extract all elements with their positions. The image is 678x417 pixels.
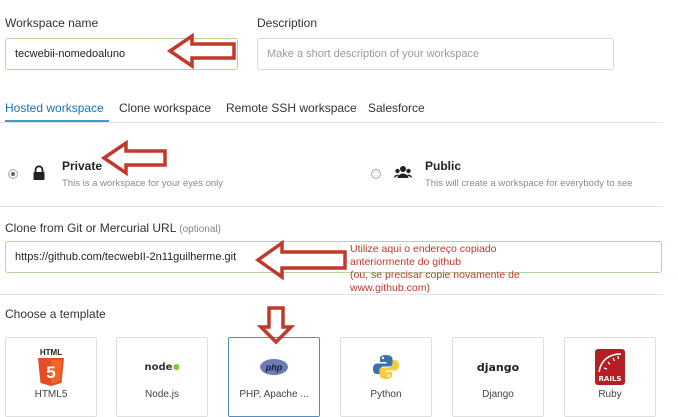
template-name: HTML5 <box>34 389 68 400</box>
annotation-line: anteriormente do github <box>350 256 461 268</box>
public-radio[interactable] <box>371 169 381 179</box>
php-logo-icon: php <box>229 348 319 386</box>
template-django[interactable]: django Django <box>452 337 544 417</box>
template-name: Node.js <box>145 389 179 400</box>
description-input[interactable]: Make a short description of your workspa… <box>257 38 614 70</box>
rails-logo-text: RAILS <box>598 375 622 383</box>
tab-hosted-workspace[interactable]: Hosted workspace <box>5 101 104 115</box>
template-name: PHP, Apache ... <box>239 389 309 400</box>
django-logo-icon: django <box>453 348 543 386</box>
template-name: Python <box>370 389 402 400</box>
clone-divider <box>0 294 663 295</box>
html5-logo-icon: HTML 5 <box>6 348 96 386</box>
tab-salesforce[interactable]: Salesforce <box>368 101 425 115</box>
tab-remote-ssh-workspace[interactable]: Remote SSH workspace <box>226 101 357 115</box>
public-subtitle: This will create a workspace for everybo… <box>425 178 633 189</box>
template-ruby[interactable]: RAILS Ruby <box>564 337 656 417</box>
clone-url-optional: (optional) <box>179 224 221 235</box>
tab-clone-workspace[interactable]: Clone workspace <box>119 101 211 115</box>
nodejs-logo-icon: node <box>117 348 207 386</box>
clone-url-label: Clone from Git or Mercurial URL (optiona… <box>5 221 221 235</box>
users-icon <box>394 165 412 181</box>
nodejs-logo-text: node <box>144 361 173 373</box>
annotation-line: (ou, se precisar copie novamente de <box>350 269 520 281</box>
arrow-to-php-template <box>256 306 296 345</box>
arrow-to-private <box>100 139 167 177</box>
rails-logo-icon: RAILS <box>565 348 655 386</box>
lock-icon <box>32 165 46 181</box>
private-subtitle: This is a workspace for your eyes only <box>62 178 224 189</box>
python-logo-icon <box>341 348 431 386</box>
template-php-apache[interactable]: php PHP, Apache ... <box>228 337 320 417</box>
visibility-divider <box>0 206 663 207</box>
description-label: Description <box>257 16 318 30</box>
annotation-note: Utilize aqui o endereço copiado anterior… <box>350 243 650 295</box>
html5-logo-badge: 5 <box>46 363 55 382</box>
private-radio[interactable] <box>8 169 18 179</box>
html5-logo-text: HTML <box>40 348 62 357</box>
template-python[interactable]: Python <box>340 337 432 417</box>
template-nodejs[interactable]: node Node.js <box>116 337 208 417</box>
choose-template-label: Choose a template <box>5 307 106 321</box>
template-html5[interactable]: HTML 5 HTML5 <box>5 337 97 417</box>
tabs-divider <box>0 122 663 123</box>
template-name: Django <box>482 389 514 400</box>
arrow-to-clone-url <box>254 239 347 281</box>
workspace-name-label: Workspace name <box>5 16 99 30</box>
clone-url-label-text: Clone from Git or Mercurial URL <box>5 221 176 235</box>
template-name: Ruby <box>598 389 622 400</box>
annotation-line: Utilize aqui o endereço copiado <box>350 243 497 255</box>
django-logo-text: django <box>476 360 520 374</box>
private-title: Private <box>62 159 103 173</box>
php-logo-text: php <box>265 363 283 373</box>
public-title: Public <box>425 159 462 173</box>
arrow-to-workspace-name <box>166 32 236 70</box>
nodejs-hex-icon <box>173 363 180 371</box>
